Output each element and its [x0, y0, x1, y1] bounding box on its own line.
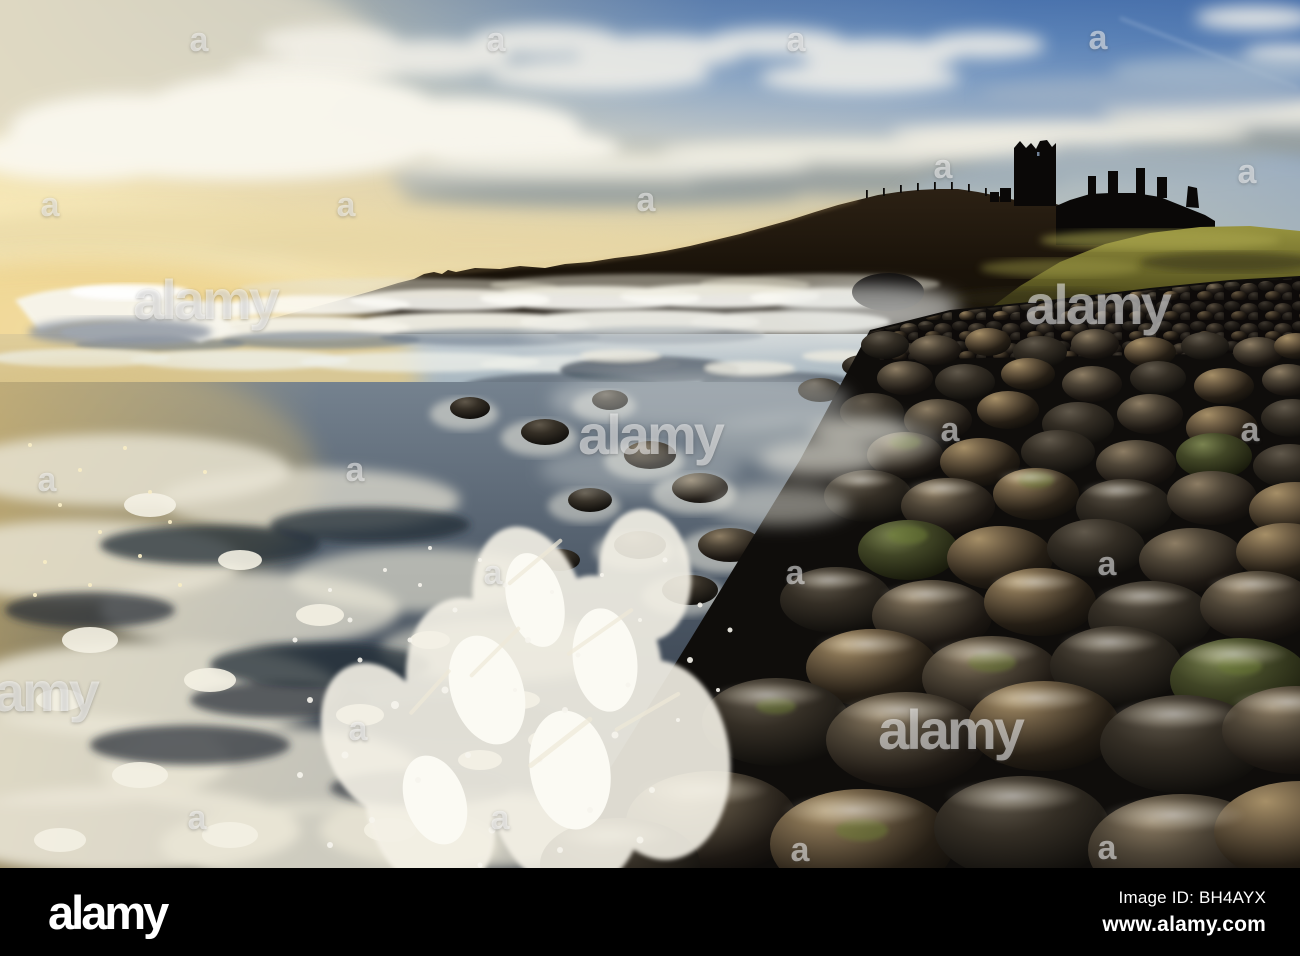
website-text: www.alamy.com — [1102, 912, 1266, 936]
footer-info: Image ID: BH4AYX www.alamy.com — [1102, 888, 1266, 937]
stock-photo-page: alamyalamyalamyalamyalamyaaaaaaaaaaaaaaa… — [0, 0, 1300, 956]
footer-bar: alamy Image ID: BH4AYX www.alamy.com — [0, 868, 1300, 956]
stock-photo: alamyalamyalamyalamyalamyaaaaaaaaaaaaaaa… — [0, 0, 1300, 868]
image-id-text: Image ID: BH4AYX — [1118, 887, 1266, 907]
alamy-logo: alamy — [48, 885, 169, 939]
castle-window — [1037, 152, 1040, 156]
coastal-scene — [0, 0, 1300, 868]
